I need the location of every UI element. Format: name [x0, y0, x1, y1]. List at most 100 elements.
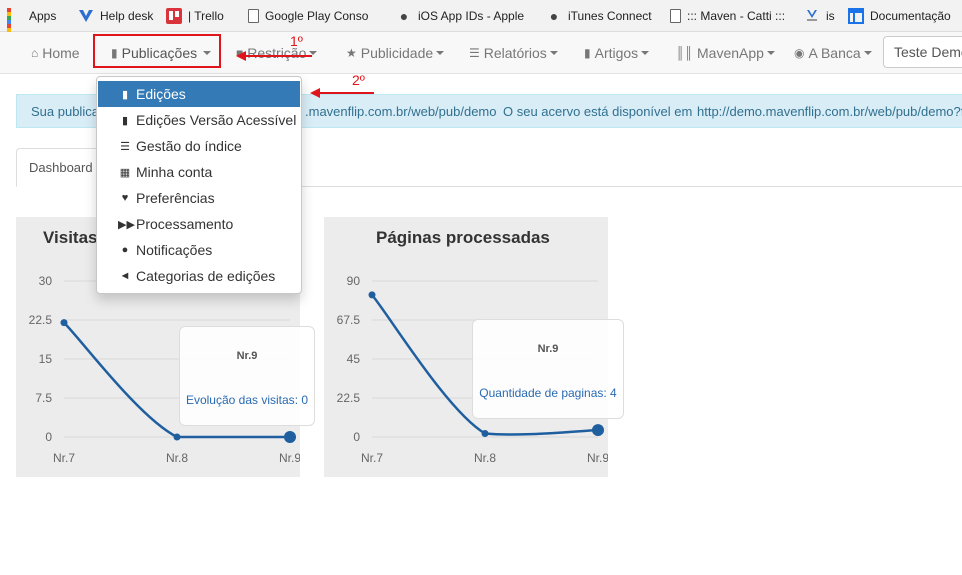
- caret-down-icon: [436, 51, 445, 55]
- bookmarks-bar: Apps Help desk | Trello Google Play Cons…: [0, 0, 962, 44]
- y-tick-label: 67.5: [337, 313, 361, 327]
- bookmark-apps[interactable]: Apps: [7, 0, 56, 44]
- menu-item-gestao-indice[interactable]: ☰ Gestão do índice: [98, 133, 300, 159]
- y-tick-label: 7.5: [35, 391, 52, 405]
- y-tick-label: 30: [39, 274, 53, 288]
- maven-logo-icon: [804, 8, 820, 24]
- barcode-icon: ║║: [676, 46, 694, 60]
- app-root: Apps Help desk | Trello Google Play Cons…: [0, 0, 962, 575]
- menu-item-label: Processamento: [136, 216, 234, 232]
- y-tick-label: 0: [353, 430, 360, 444]
- y-tick-label: 45: [347, 352, 361, 366]
- data-point: [173, 433, 181, 441]
- layout-icon: [848, 8, 864, 24]
- book-icon: ▮: [121, 88, 129, 101]
- data-point: [481, 430, 489, 438]
- comment-icon: ●: [121, 244, 129, 256]
- list-icon: ☰: [469, 46, 480, 60]
- menu-item-processamento[interactable]: ▶▶ Processamento: [98, 211, 300, 237]
- data-point: [284, 431, 296, 443]
- nav-relatorios[interactable]: ☰ Relatórios: [469, 32, 558, 74]
- tooltip-title: Nr.9: [537, 343, 559, 355]
- x-tick-label: Nr.8: [166, 451, 188, 465]
- nav-home[interactable]: ⌂ Home: [31, 32, 80, 74]
- menu-item-label: Notificações: [136, 242, 213, 258]
- menu-item-categorias[interactable]: ◄ Categorias de edições: [98, 263, 300, 289]
- bookmark-help-desk[interactable]: Help desk: [78, 0, 153, 32]
- info-url-2[interactable]: http://demo.mavenflip.com.br/web/pub/dem…: [697, 104, 962, 119]
- bookmark-itunes-connect[interactable]: ● iTunes Connect: [546, 0, 652, 32]
- menu-item-edicoes[interactable]: ▮ Edições: [98, 81, 300, 107]
- annotation-step-2: 2º: [352, 72, 365, 88]
- menu-item-edicoes-acessivel[interactable]: ▮ Edições Versão Acessível: [98, 107, 300, 133]
- chart-tooltip: Nr.9 Quantidade de paginas: 4: [472, 319, 624, 419]
- tab-dashboard[interactable]: Dashboard: [16, 148, 106, 187]
- nav-artigos-label: Artigos: [594, 45, 639, 61]
- menu-item-label: Edições Versão Acessível: [136, 112, 297, 128]
- annotation-arrow-1: [244, 55, 312, 57]
- data-point: [592, 424, 604, 437]
- bookmark-label: ::: Maven - Catti :::: [687, 9, 786, 23]
- x-tick-label: Nr.8: [474, 451, 496, 465]
- annotation-arrowhead-1: [236, 51, 246, 61]
- bookmark-ios-app-ids[interactable]: ● iOS App IDs - Apple: [396, 0, 524, 32]
- bookmark-label: Google Play Console: [265, 9, 369, 23]
- bookmark-label: iTunes Connect: [568, 9, 652, 23]
- bookmark-is[interactable]: is: [804, 0, 835, 32]
- globe-icon: ◉: [794, 46, 805, 60]
- menu-item-label: Gestão do índice: [136, 138, 242, 154]
- document-icon: [670, 9, 681, 23]
- star-icon: ★: [346, 46, 357, 60]
- nav-publicidade-label: Publicidade: [360, 45, 434, 61]
- trello-icon: [166, 8, 182, 24]
- nav-artigos[interactable]: ▮ Artigos: [584, 32, 650, 74]
- heart-icon: ♥: [121, 192, 129, 204]
- nav-abanca-label: A Banca: [808, 45, 861, 61]
- bookmark-label: | Trello: [188, 9, 224, 23]
- home-icon: ⌂: [31, 46, 39, 60]
- y-tick-label: 22.5: [337, 391, 361, 405]
- bookmark-trello[interactable]: | Trello: [166, 0, 224, 32]
- bookmark-google-play[interactable]: Google Play Console: [248, 0, 369, 32]
- tooltip-title: Nr.9: [236, 350, 258, 362]
- y-tick-label: 15: [39, 352, 53, 366]
- caret-down-icon: [549, 51, 558, 55]
- bullhorn-icon: ◄: [119, 270, 131, 282]
- y-tick-label: 0: [45, 430, 52, 444]
- grid-icon: ▦: [119, 166, 131, 179]
- x-tick-label: Nr.7: [361, 451, 383, 465]
- publicacoes-dropdown-menu: ▮ Edições ▮ Edições Versão Acessível ☰ G…: [96, 76, 302, 294]
- nav-relatorios-label: Relatórios: [483, 45, 547, 61]
- x-tick-label: Nr.9: [279, 451, 300, 465]
- annotation-highlight-box: [93, 34, 221, 68]
- nav-restricao[interactable]: ■ Restrição: [236, 32, 318, 74]
- bookmark-icon: ▮: [584, 46, 591, 60]
- data-point: [368, 291, 376, 299]
- menu-item-minha-conta[interactable]: ▦ Minha conta: [98, 159, 300, 185]
- bookmark-documentacao[interactable]: Documentação: [848, 0, 951, 32]
- menu-item-label: Minha conta: [136, 164, 213, 180]
- annotation-arrow-2: [318, 92, 374, 94]
- info-url-1[interactable]: .mavenflip.com.br/web/pub/demo: [305, 104, 496, 119]
- bookmark-label: is: [826, 9, 835, 23]
- menu-item-notificacoes[interactable]: ● Notificações: [98, 237, 300, 263]
- bookmark-label: iOS App IDs - Apple: [418, 9, 524, 23]
- nav-publicidade[interactable]: ★ Publicidade: [346, 32, 445, 74]
- nav-mavenapp[interactable]: ║║ MavenApp: [676, 32, 775, 74]
- annotation-arrowhead-2: [310, 88, 320, 98]
- apps-grid-icon: [7, 8, 23, 44]
- annotation-step-1: 1º: [290, 33, 303, 49]
- tooltip-body: Evolução das visitas: 0: [185, 393, 309, 407]
- y-tick-label: 90: [347, 274, 361, 288]
- search-input[interactable]: [883, 36, 962, 68]
- caret-down-icon: [863, 51, 872, 55]
- helpdesk-v-icon: [78, 8, 94, 24]
- nav-mavenapp-label: MavenApp: [697, 45, 764, 61]
- chart-tooltip: Nr.9 Evolução das visitas: 0: [179, 326, 315, 426]
- bookmark-maven-catti[interactable]: ::: Maven - Catti :::: [670, 0, 799, 32]
- caret-down-icon: [641, 51, 650, 55]
- menu-item-preferencias[interactable]: ♥ Preferências: [98, 185, 300, 211]
- apple-icon: ●: [399, 8, 409, 24]
- nav-abanca[interactable]: ◉ A Banca: [794, 32, 872, 74]
- bookmark-label: Documentação: [870, 9, 951, 23]
